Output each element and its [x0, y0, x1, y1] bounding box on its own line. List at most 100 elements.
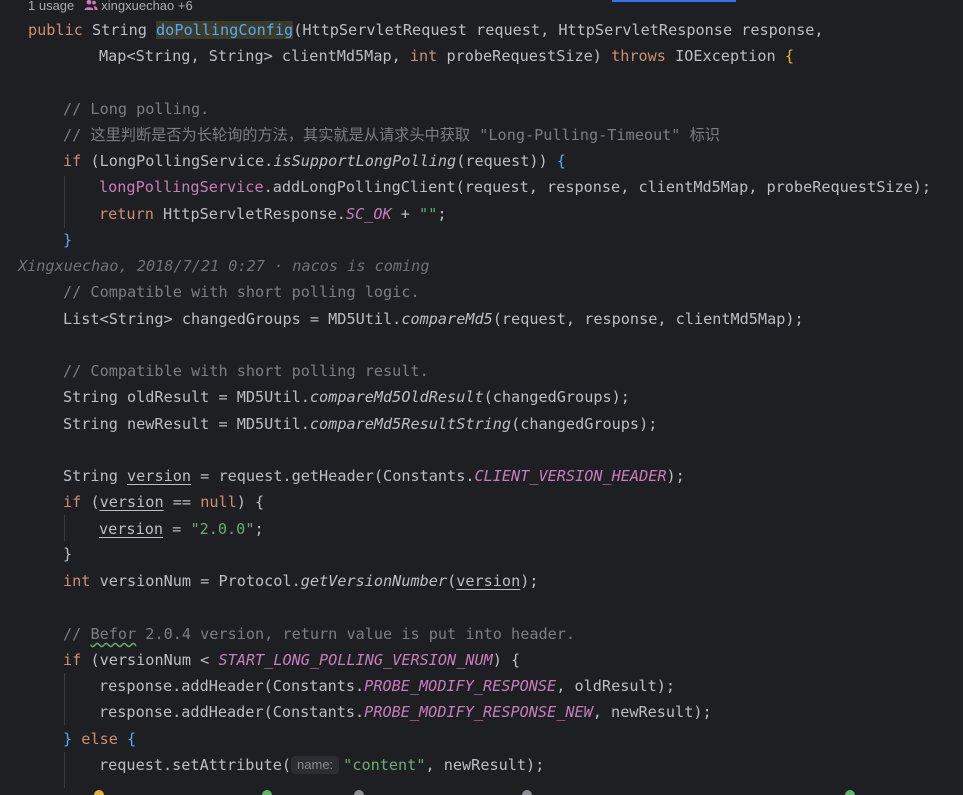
indent-guide — [64, 176, 65, 228]
code-editor[interactable]: 1 usage xingxuechao +6 public String doP… — [0, 0, 963, 795]
code-line[interactable]: int versionNum = Protocol.getVersionNumb… — [63, 568, 539, 594]
code-token: request.setAttribute( — [99, 756, 292, 774]
brace: { — [784, 47, 794, 65]
code-token: == — [163, 493, 201, 511]
code-token: HttpServletResponse. — [163, 205, 346, 223]
static-method: compareMd5ResultString — [309, 415, 512, 433]
code-line[interactable]: List<String> changedGroups = MD5Util.com… — [63, 306, 804, 332]
brace: { — [556, 152, 566, 170]
code-line[interactable]: longPollingService.addLongPollingClient(… — [99, 174, 931, 200]
neutral-marker — [354, 790, 364, 795]
code-token: <String, String> clientMd5Map, — [126, 47, 410, 65]
reassigned-variable: version — [127, 467, 192, 485]
code-token: ); — [666, 467, 685, 485]
keyword: else — [81, 730, 128, 748]
ok-marker — [262, 790, 272, 795]
people-icon — [84, 0, 98, 11]
method-name[interactable]: doPollingConfig — [156, 21, 294, 39]
code-line[interactable]: public String doPollingConfig(HttpServle… — [28, 17, 824, 43]
code-line[interactable]: if (LongPollingService.isSupportLongPoll… — [63, 148, 566, 174]
reassigned-variable: version — [456, 572, 521, 590]
static-field: START_LONG_POLLING_VERSION_NUM — [218, 651, 493, 669]
code-line[interactable]: // 这里判断是否为长轮询的方法，其实就是从请求头中获取 "Long-Pulli… — [63, 122, 720, 148]
code-token: , newResult); — [425, 756, 545, 774]
static-field: PROBE_MODIFY_RESPONSE — [364, 677, 557, 695]
code-line[interactable]: version = "2.0.0"; — [99, 516, 264, 542]
code-line[interactable]: if (versionNum < START_LONG_POLLING_VERS… — [63, 647, 520, 673]
usages-hint[interactable]: 1 usage — [28, 0, 74, 13]
authors-hint[interactable]: xingxuechao +6 — [84, 0, 193, 13]
code-token: + — [391, 205, 420, 223]
brace: } — [63, 231, 73, 249]
code-token: (request, response, clientMd5Map); — [492, 310, 804, 328]
code-token: response.addHeader(Constants. — [99, 703, 365, 721]
code-line[interactable]: // Compatible with short polling logic. — [63, 279, 420, 305]
authors-label: xingxuechao +6 — [101, 0, 193, 13]
code-token: ; — [254, 520, 264, 538]
comment: // Long polling. — [63, 100, 210, 118]
code-line[interactable]: // Compatible with short polling result. — [63, 358, 429, 384]
code-token: (changedGroups); — [483, 388, 630, 406]
comment: // — [63, 625, 91, 643]
keyword: if — [63, 651, 91, 669]
code-line[interactable]: } — [63, 227, 72, 253]
keyword: return — [99, 205, 164, 223]
code-line[interactable]: if (version == null) { — [63, 489, 264, 515]
reassigned-variable: version — [99, 520, 164, 538]
git-blame-annotation[interactable]: Xingxuechao, 2018/7/21 0:27 · nacos is c… — [18, 253, 429, 279]
code-token: String oldResult = MD5Util. — [63, 388, 310, 406]
keyword: if — [63, 152, 91, 170]
code-token: (LongPollingService. — [90, 152, 274, 170]
code-line[interactable]: String newResult = MD5Util.compareMd5Res… — [63, 411, 657, 437]
code-token: (versionNum < — [90, 651, 219, 669]
code-line[interactable]: } else { — [63, 726, 136, 752]
brace: } — [63, 545, 73, 563]
code-line[interactable]: // Long polling. — [63, 96, 209, 122]
code-line[interactable]: response.addHeader(Constants.PROBE_MODIF… — [99, 673, 675, 699]
code-token: ( — [447, 572, 457, 590]
static-field: SC_OK — [345, 205, 392, 223]
keyword: if — [63, 493, 91, 511]
code-token: String — [92, 21, 157, 39]
code-line[interactable]: return HttpServletResponse.SC_OK + ""; — [99, 201, 447, 227]
string-literal: "content" — [343, 756, 426, 774]
typo-word[interactable]: Befor — [90, 625, 136, 643]
code-line[interactable]: Map<String, String> clientMd5Map, int pr… — [99, 43, 794, 69]
static-field: PROBE_MODIFY_RESPONSE_NEW — [364, 703, 593, 721]
indent-guide — [64, 673, 65, 725]
code-token: IOException — [675, 47, 785, 65]
keyword: null — [200, 493, 237, 511]
code-line[interactable]: String version = request.getHeader(Const… — [63, 463, 685, 489]
partially-visible-gutter-icons — [0, 788, 963, 795]
static-method: compareMd5 — [401, 310, 493, 328]
code-line[interactable]: } — [63, 541, 72, 567]
ok-marker — [845, 790, 855, 795]
code-token: ( — [90, 493, 100, 511]
code-vision-hints: 1 usage xingxuechao +6 — [28, 0, 193, 14]
string-literal: "" — [419, 205, 438, 223]
code-token: (HttpServletRequest request, HttpServlet… — [293, 21, 824, 39]
code-line[interactable]: String oldResult = MD5Util.compareMd5Old… — [63, 384, 630, 410]
code-token: = — [163, 520, 191, 538]
neutral-marker — [522, 790, 532, 795]
code-token: versionNum = Protocol. — [99, 572, 301, 590]
code-token: = request.getHeader(Constants. — [191, 467, 475, 485]
keyword: int — [63, 572, 100, 590]
code-line[interactable]: // Befor 2.0.4 version, return value is … — [63, 621, 575, 647]
scroll-position-marker — [612, 0, 736, 2]
static-field: CLIENT_VERSION_HEADER — [474, 467, 667, 485]
code-line[interactable]: response.addHeader(Constants.PROBE_MODIF… — [99, 699, 712, 725]
brace: } — [63, 730, 82, 748]
code-line[interactable]: request.setAttribute(name: "content", new… — [99, 752, 544, 778]
comment: // Compatible with short polling logic. — [63, 283, 420, 301]
static-method: getVersionNumber — [300, 572, 448, 590]
code-token: (request)) — [456, 152, 557, 170]
code-token: , oldResult); — [556, 677, 676, 695]
warning-marker — [94, 790, 104, 795]
comment: // 这里判断是否为长轮询的方法，其实就是从请求头中获取 "Long-Pulli… — [63, 126, 720, 144]
reassigned-variable: version — [99, 493, 164, 511]
field: longPollingService — [99, 178, 264, 196]
code-token: (changedGroups); — [511, 415, 658, 433]
brace: { — [127, 730, 137, 748]
code-token: ) { — [492, 651, 521, 669]
